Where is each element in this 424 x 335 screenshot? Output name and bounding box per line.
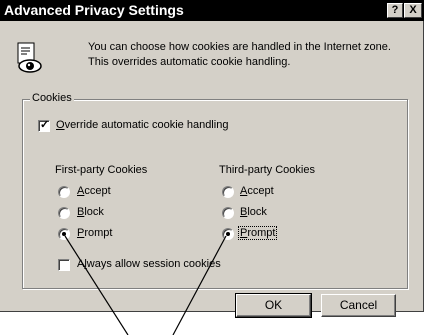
callout-lines	[64, 235, 227, 335]
